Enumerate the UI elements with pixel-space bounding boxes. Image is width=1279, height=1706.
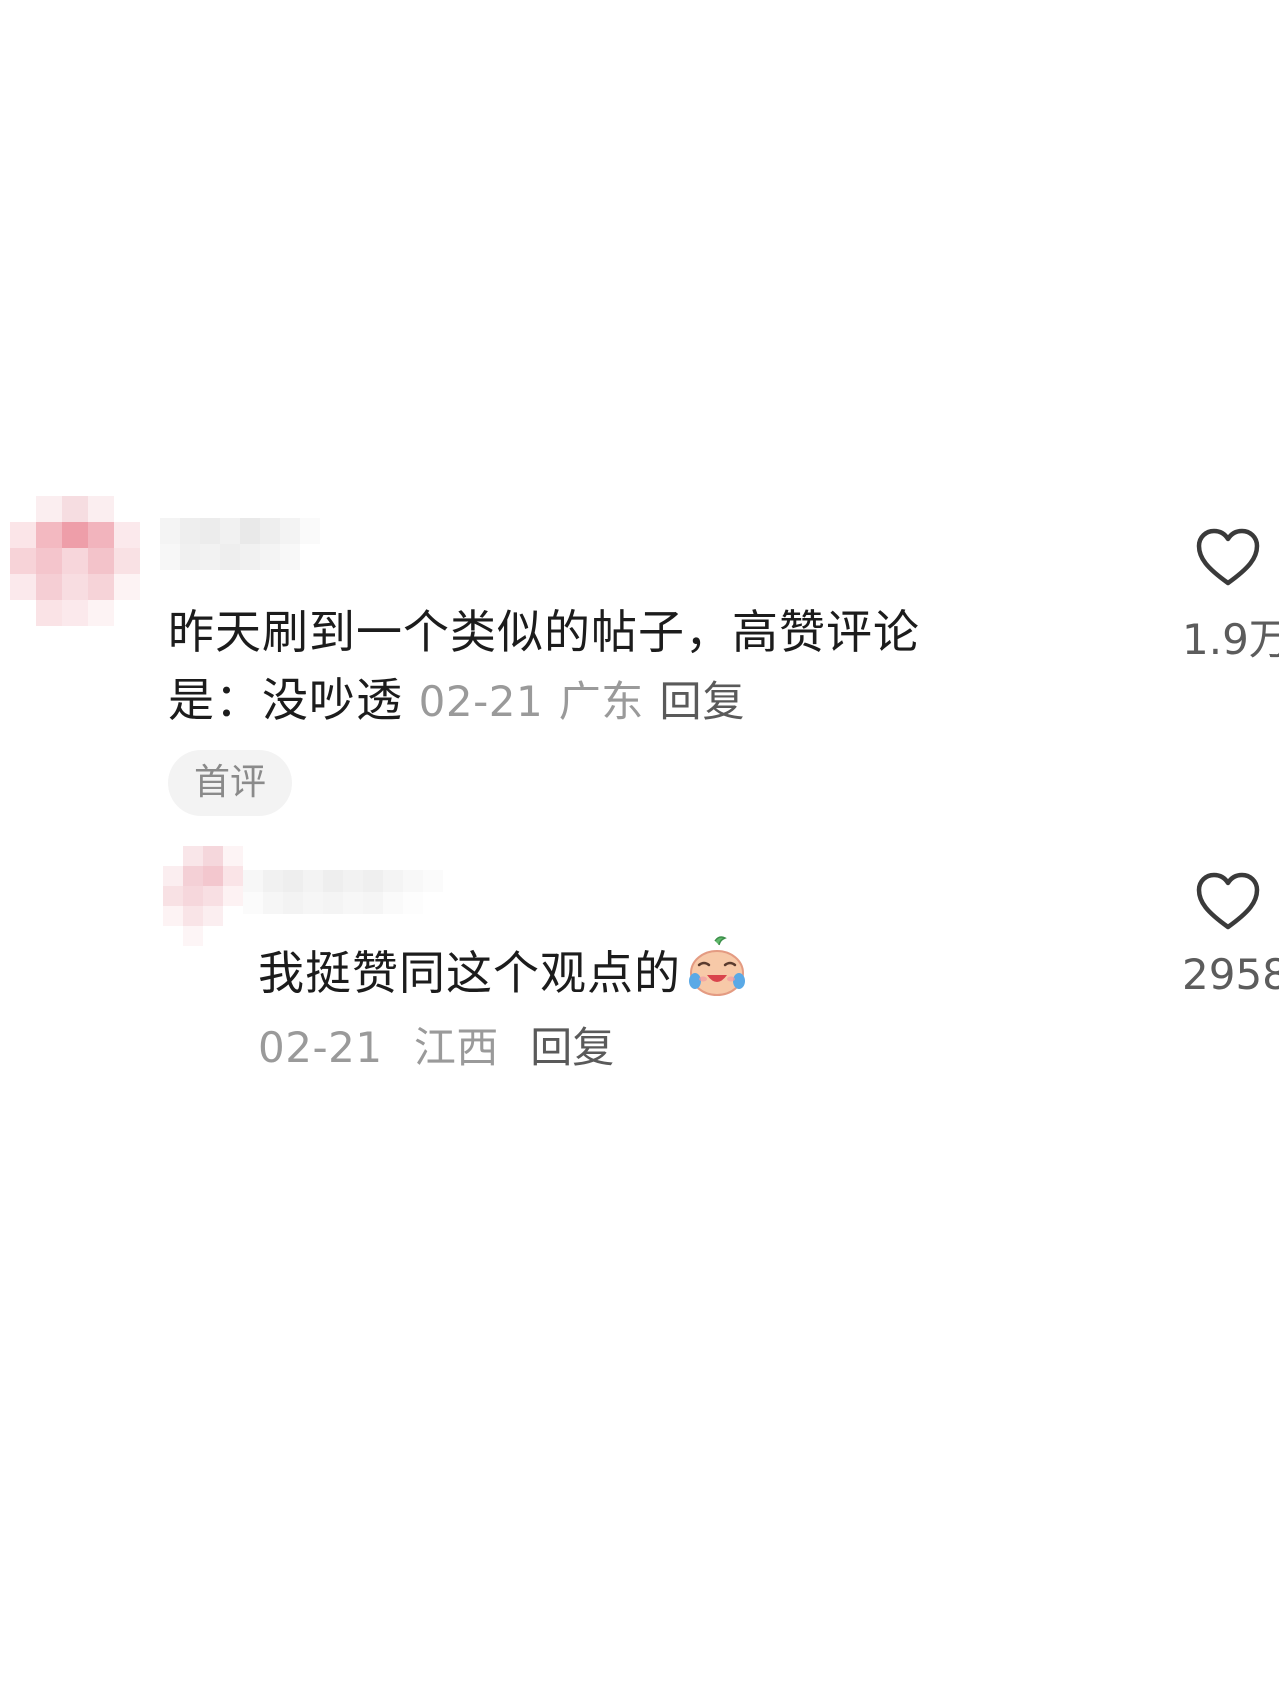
like-count: 1.9万 <box>1182 615 1279 664</box>
comment-location: 江西 <box>413 1023 499 1072</box>
heart-outline-icon <box>1196 528 1260 586</box>
comment-text-line1: 昨天刷到一个类似的帖子，高赞评论 <box>168 605 920 659</box>
comment-text: 昨天刷到一个类似的帖子，高赞评论 是：没吵透 02-21 广东 回复 <box>168 598 1068 736</box>
avatar[interactable] <box>10 496 140 626</box>
username-blurred[interactable] <box>160 518 320 570</box>
like-button[interactable]: 1.9万 <box>1168 528 1279 667</box>
comment-date: 02-21 <box>258 1023 383 1072</box>
crying-laugh-emoji-icon <box>689 936 745 996</box>
reply-meta: 02-21 江西 回复 <box>258 1018 614 1078</box>
reply-comment-text: 我挺赞同这个观点的 <box>258 935 898 1007</box>
like-button[interactable]: 2958 <box>1168 872 1279 999</box>
like-count: 2958 <box>1182 950 1279 999</box>
reply-button[interactable]: 回复 <box>659 677 745 726</box>
avatar[interactable] <box>163 846 243 946</box>
heart-outline-icon <box>1196 872 1260 930</box>
username-blurred[interactable] <box>243 870 463 914</box>
comment-date: 02-21 <box>418 677 544 726</box>
first-comment-badge: 首评 <box>168 750 292 816</box>
comment-location: 广东 <box>558 677 644 726</box>
reply-button[interactable]: 回复 <box>530 1023 614 1072</box>
comment-text-line2: 是：没吵透 <box>168 673 403 727</box>
reply-text: 我挺赞同这个观点的 <box>258 946 681 1000</box>
